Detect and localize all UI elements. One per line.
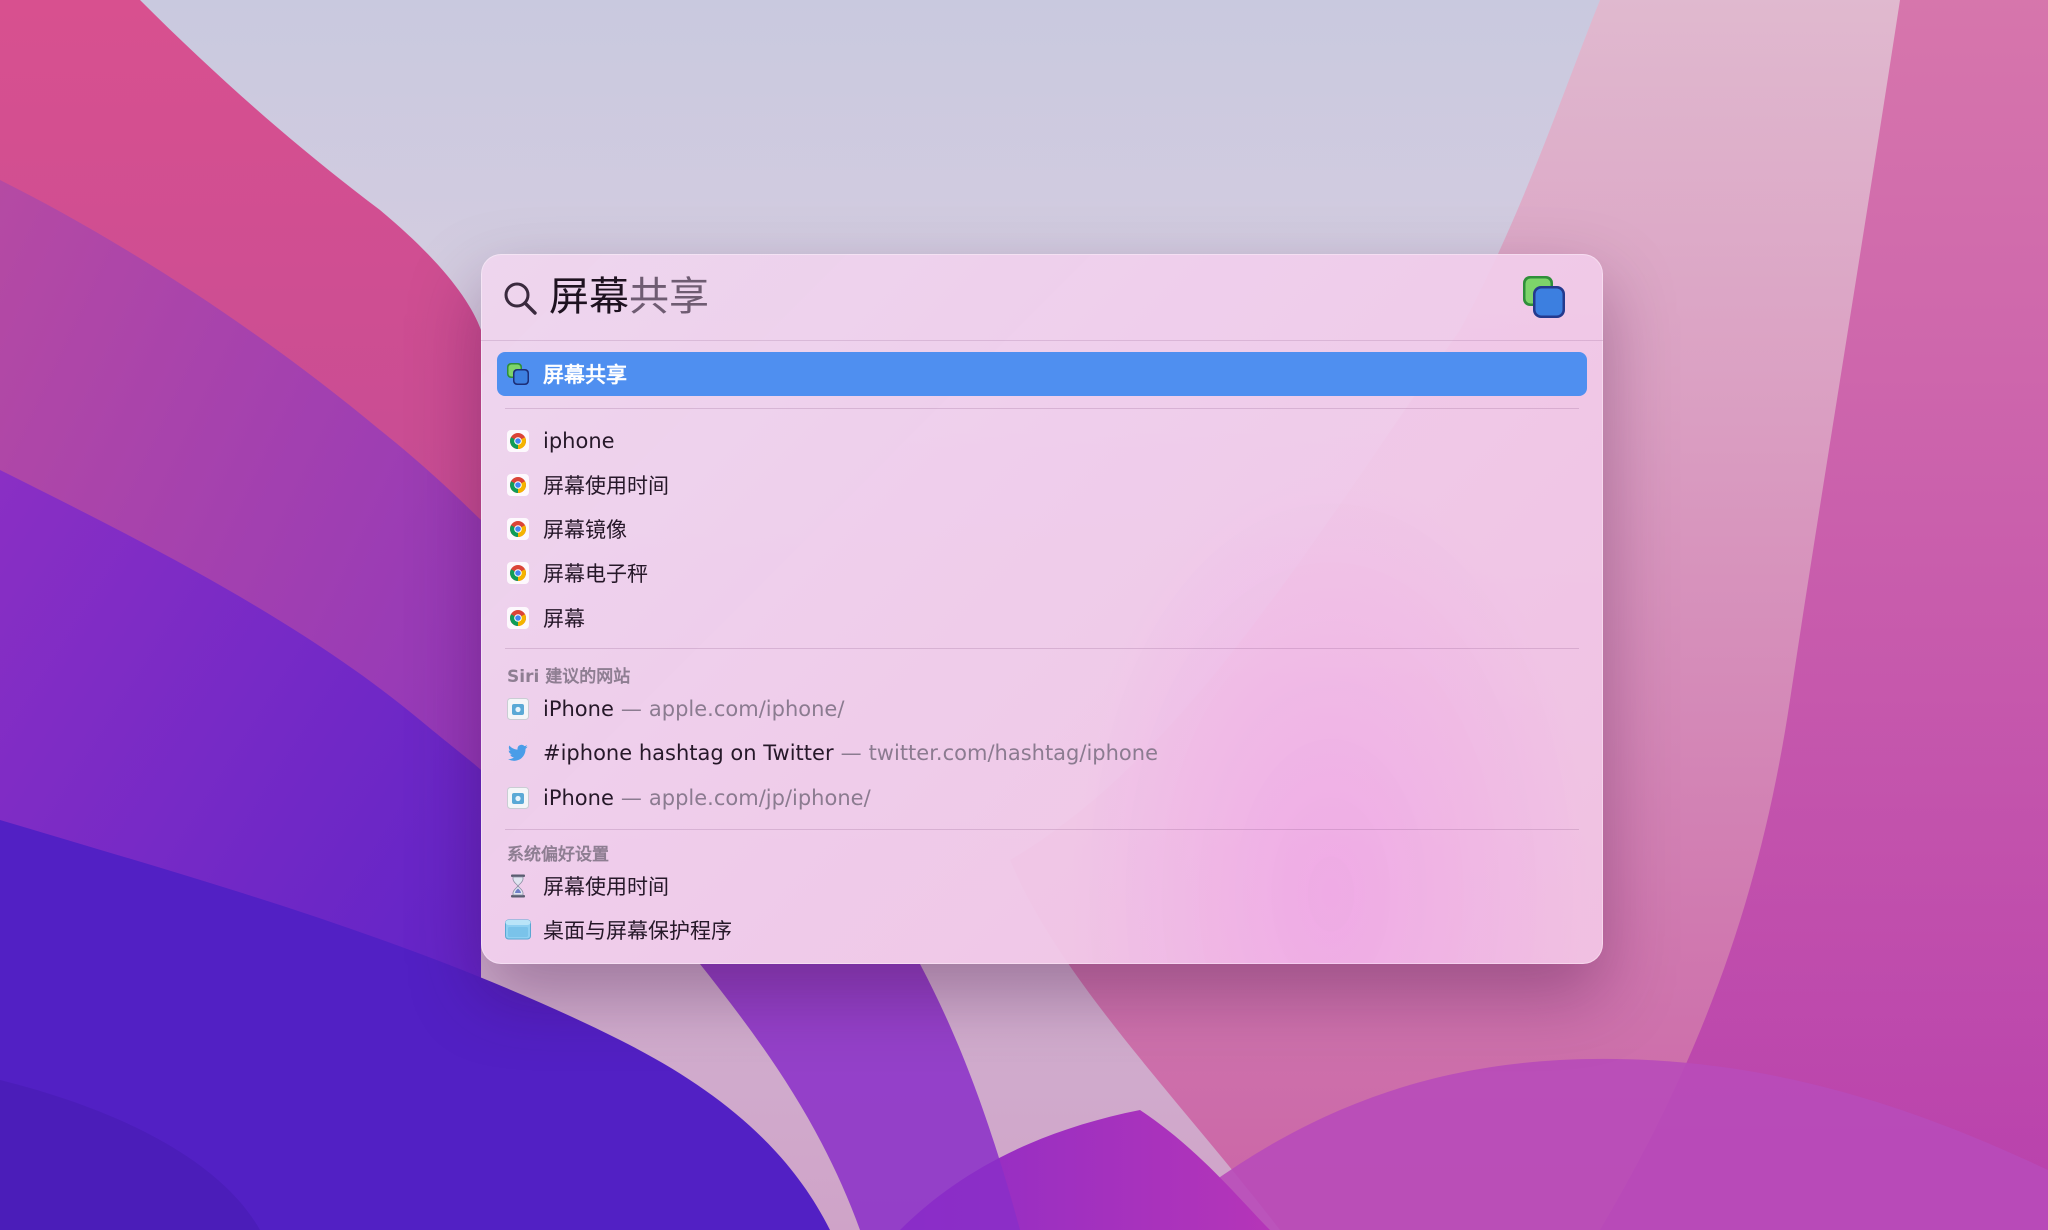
screen-sharing-icon <box>1523 276 1565 318</box>
twitter-bird-icon <box>505 740 531 766</box>
suggestion-label: 屏幕使用时间 <box>543 474 669 498</box>
siri-site-row[interactable]: iPhone — apple.com/iphone/ <box>497 687 1587 731</box>
search-bar[interactable]: 屏幕共享 <box>481 254 1603 341</box>
site-url: apple.com/jp/iphone/ <box>648 786 871 810</box>
search-input[interactable]: 屏幕共享 <box>549 272 709 322</box>
prefs-row[interactable]: 桌面与屏幕保护程序 <box>497 908 1587 952</box>
search-icon <box>504 282 537 315</box>
site-title: iPhone <box>543 786 614 810</box>
divider <box>505 829 1579 830</box>
chrome-icon <box>505 472 531 498</box>
apple-site-icon <box>505 696 531 722</box>
chrome-icon <box>505 560 531 586</box>
suggestion-label: 屏幕 <box>543 607 585 631</box>
site-url: twitter.com/hashtag/iphone <box>868 741 1159 765</box>
spotlight-window: 屏幕共享 屏幕共享 iphone 屏幕使用时间 屏幕镜像 屏幕电子秤 屏幕 Si… <box>481 254 1603 964</box>
site-url: apple.com/iphone/ <box>648 697 845 721</box>
chrome-icon <box>505 605 531 631</box>
site-title: #iphone hashtag on Twitter <box>543 741 834 765</box>
site-separator: — <box>620 786 642 810</box>
chrome-icon <box>505 516 531 542</box>
suggestion-row[interactable]: 屏幕 <box>497 596 1587 640</box>
site-separator: — <box>620 697 642 721</box>
hourglass-icon <box>505 873 531 899</box>
top-hit-row[interactable]: 屏幕共享 <box>497 352 1587 396</box>
search-typed-text: 屏幕 <box>549 274 629 320</box>
suggestion-label: 屏幕镜像 <box>543 518 627 542</box>
suggestion-label: 屏幕电子秤 <box>543 562 648 586</box>
suggestion-row[interactable]: 屏幕镜像 <box>497 507 1587 551</box>
siri-site-row[interactable]: iPhone — apple.com/jp/iphone/ <box>497 776 1587 820</box>
suggestion-label: iphone <box>543 429 615 453</box>
section-header-siri: Siri 建议的网站 <box>507 667 631 687</box>
top-hit-label: 屏幕共享 <box>543 363 627 387</box>
site-title: iPhone <box>543 697 614 721</box>
prefs-row[interactable]: 屏幕使用时间 <box>497 864 1587 908</box>
chrome-icon <box>505 428 531 454</box>
divider <box>505 408 1579 409</box>
suggestion-row[interactable]: iphone <box>497 419 1587 463</box>
divider <box>505 648 1579 649</box>
section-header-prefs: 系统偏好设置 <box>507 845 609 865</box>
search-autocomplete-text: 共享 <box>629 274 709 320</box>
desktop-screensaver-icon <box>505 917 531 943</box>
prefs-label: 桌面与屏幕保护程序 <box>543 919 732 943</box>
siri-site-row[interactable]: #iphone hashtag on Twitter — twitter.com… <box>497 731 1587 775</box>
suggestion-row[interactable]: 屏幕使用时间 <box>497 463 1587 507</box>
site-separator: — <box>840 741 862 765</box>
screen-sharing-icon <box>505 361 531 387</box>
desktop: 屏幕共享 屏幕共享 iphone 屏幕使用时间 屏幕镜像 屏幕电子秤 屏幕 Si… <box>0 0 2048 1230</box>
prefs-label: 屏幕使用时间 <box>543 875 669 899</box>
suggestion-row[interactable]: 屏幕电子秤 <box>497 551 1587 595</box>
apple-site-icon <box>505 785 531 811</box>
